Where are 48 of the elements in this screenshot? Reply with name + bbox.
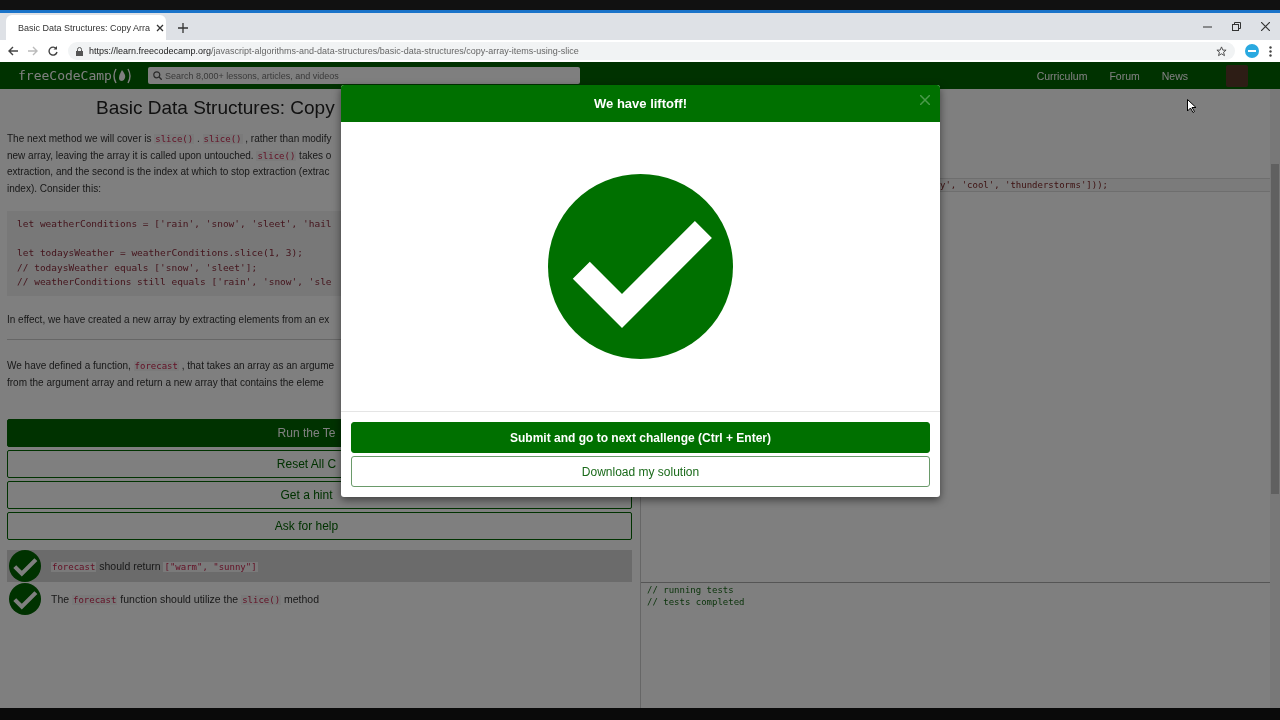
search-field[interactable]: Search 8,000+ lessons, articles, and videos — [147, 67, 580, 84]
lesson-title: Basic Data Structures: Copy — [96, 97, 335, 119]
profile-icon[interactable] — [1245, 44, 1259, 58]
menu-icon[interactable] — [1269, 45, 1272, 57]
inline-code: slice() — [154, 134, 195, 144]
browser-tab[interactable]: Basic Data Structures: Copy Arra — [6, 15, 166, 40]
paragraph-line: from the argument array and return a new array that contains the eleme — [7, 375, 325, 390]
paragraph-line: In effect, we have created a new array by extracting elements from an ex — [7, 312, 331, 327]
nav-link[interactable]: Forum — [1109, 69, 1140, 82]
reload-icon[interactable] — [48, 46, 58, 56]
dialog-button[interactable]: Download my solution — [351, 456, 930, 487]
action-button[interactable]: Ask for help — [7, 512, 632, 540]
flame-icon — [111, 67, 132, 84]
inline-code: slice() — [241, 595, 282, 605]
paragraph-line-text: . — [196, 133, 201, 144]
paragraph-line-text: new array, leaving the array it is called upon untouched. — [7, 149, 255, 161]
success-check-icon — [548, 174, 733, 359]
paragraph-line: index). Consider this: — [7, 181, 102, 196]
nav-link[interactable]: Curriculum — [1036, 69, 1088, 82]
paragraph-line-text: We have defined a function, — [7, 360, 132, 371]
console-line: // running tests — [647, 584, 735, 596]
paragraph-line-text: , that takes an array as an argume — [180, 360, 335, 371]
restore-icon[interactable] — [1232, 22, 1241, 31]
nav-link[interactable]: News — [1161, 69, 1188, 82]
inline-code: forecast — [51, 562, 97, 572]
star-icon[interactable] — [1216, 45, 1227, 57]
inline-code: slice() — [202, 134, 243, 144]
inline-code: ["warm", "sunny"] — [163, 562, 258, 572]
tab-title: Basic Data Structures: Copy Arra — [18, 22, 151, 33]
close-window-icon[interactable] — [1261, 22, 1270, 31]
paragraph-line-text: , rather than modify — [244, 133, 332, 144]
paragraph-line: extraction, and the second is the index at which to stop extraction (extrac — [7, 165, 331, 179]
lock-icon — [76, 46, 83, 56]
paragraph-line-text: The next method we will cover is — [7, 133, 153, 144]
console-line: // tests completed — [647, 596, 746, 608]
inline-code: forecast — [133, 361, 179, 371]
inline-code: forecast — [72, 595, 118, 605]
cursor-icon — [1187, 99, 1196, 113]
search-icon — [152, 71, 162, 80]
new-tab-icon[interactable] — [178, 23, 188, 33]
back-icon[interactable] — [8, 46, 18, 56]
dialog-button[interactable]: Submit and go to next challenge (Ctrl + Enter) — [351, 422, 930, 453]
paragraph-line-text: takes o — [298, 149, 332, 161]
test-result: forecast should return ["warm", "sunny"] — [7, 550, 632, 582]
inline-code: slice() — [256, 150, 297, 161]
logo[interactable]: freeCodeCamp — [18, 68, 112, 83]
close-tab-icon[interactable] — [156, 23, 165, 32]
dialog-title: We have liftoff! — [594, 96, 687, 111]
